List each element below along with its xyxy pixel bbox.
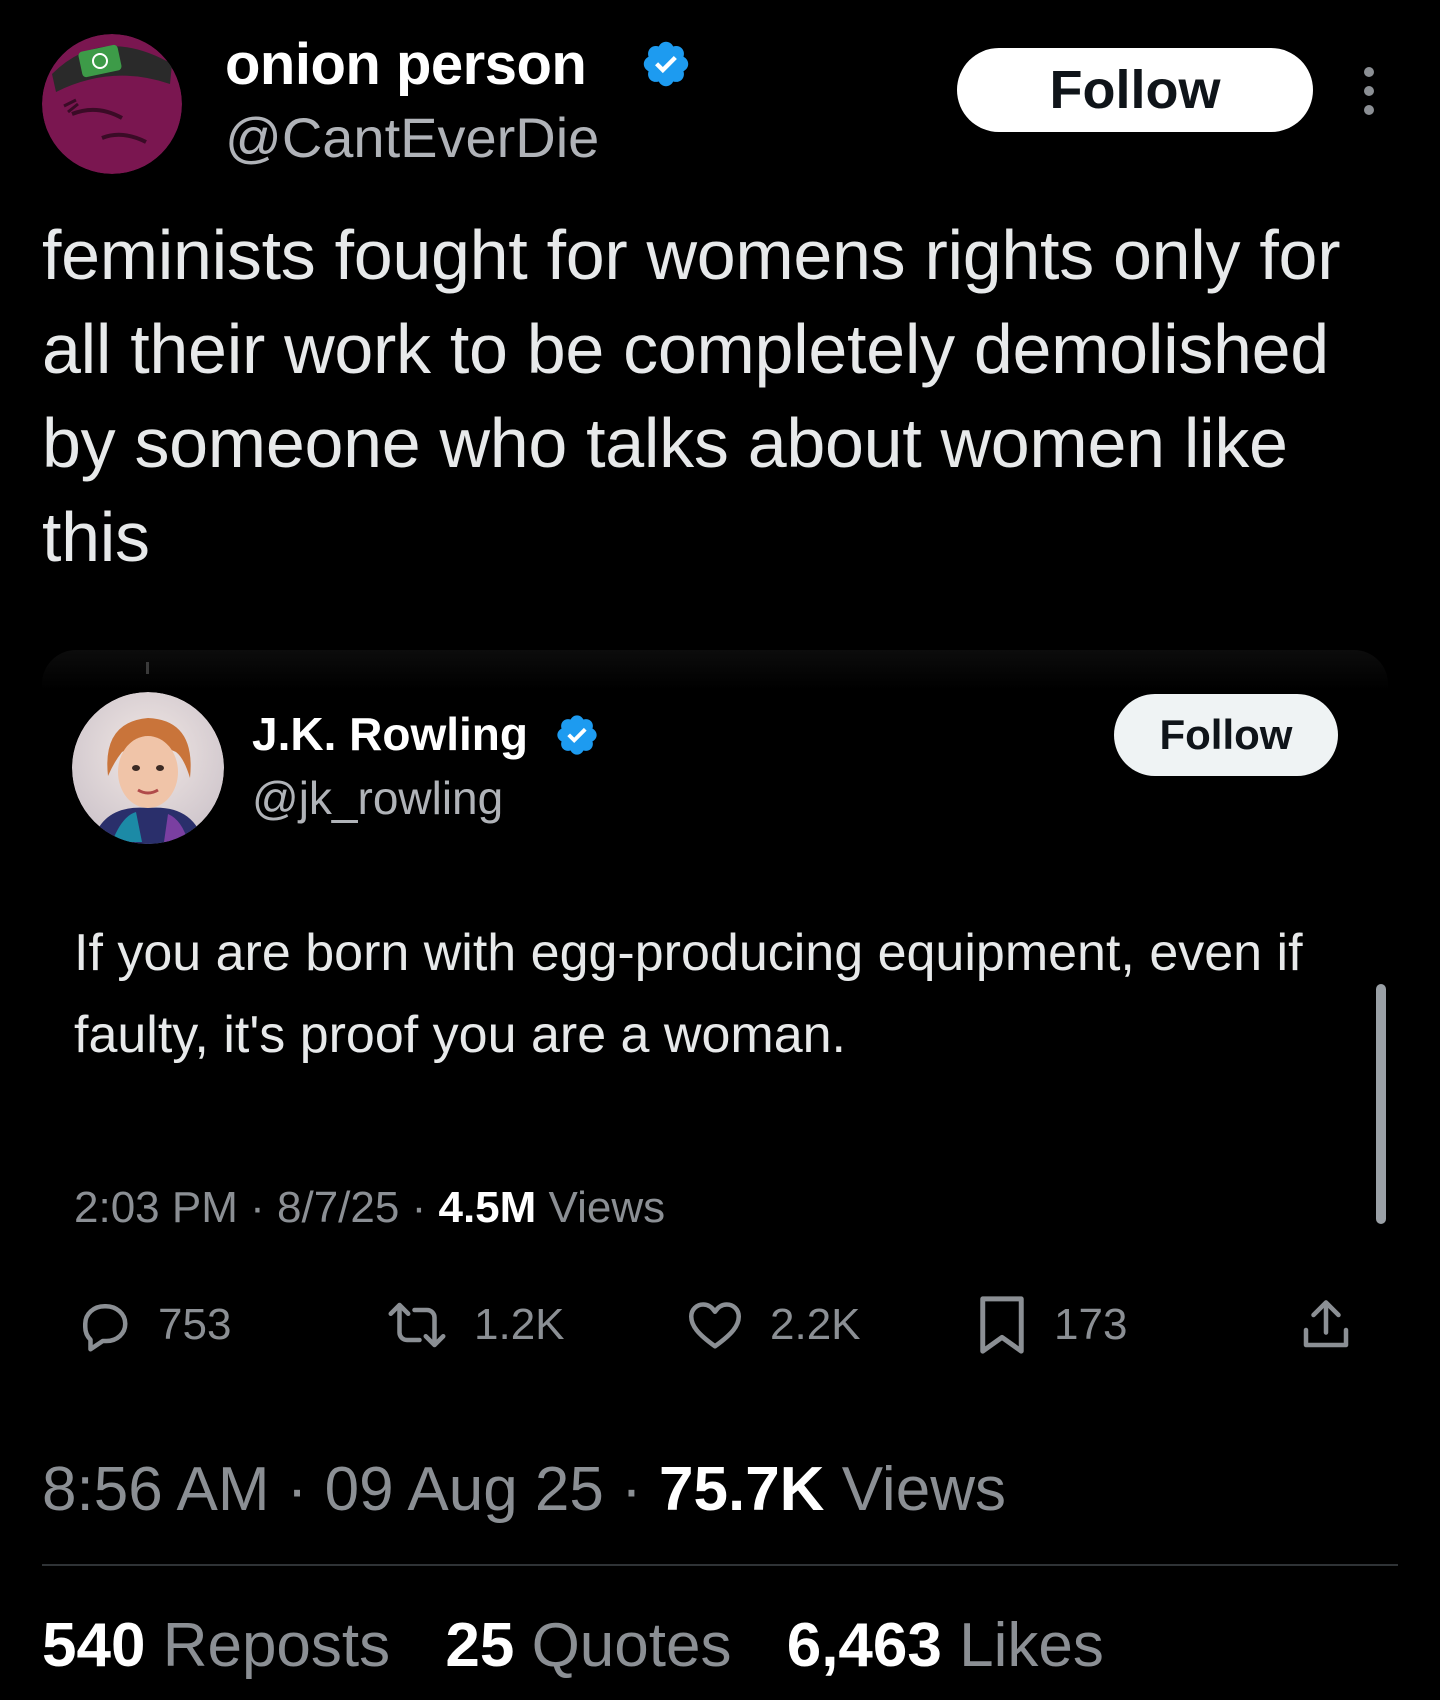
verified-badge-icon [557,715,597,755]
reply-count: 753 [158,1300,232,1349]
post-date[interactable]: 09 Aug 25 [325,1455,604,1524]
meta-separator: · [411,1183,427,1232]
quoted-post-views-label: Views [548,1183,666,1232]
engagement-stats: 540 Reposts 25 Quotes 6,463 Likes [42,1608,1142,1684]
share-action[interactable] [1296,1290,1356,1360]
verified-badge-icon [643,41,689,87]
quoted-author-handle[interactable]: @jk_rowling [252,770,503,826]
profile-photo-icon [72,692,224,844]
reply-icon [83,1304,128,1352]
likes-stat[interactable]: 6,463 Likes [787,1608,1104,1684]
like-count: 2.2K [770,1300,861,1349]
post-text: feminists fought for womens rights only … [42,216,1341,576]
author-display-name[interactable]: onion person [225,30,587,100]
meta-separator: · [286,1455,308,1524]
heart-icon [689,1302,741,1349]
divider [42,1564,1398,1566]
author-avatar[interactable] [42,34,182,174]
post-timestamp-line: 8:56 AM · 09 Aug 25 · 75.7K Views [42,1452,1006,1528]
share-icon [1303,1300,1349,1348]
reposts-stat[interactable]: 540 Reposts [42,1608,390,1684]
likes-label: Likes [959,1611,1104,1680]
quotes-stat[interactable]: 25 Quotes [445,1608,731,1684]
quotes-label: Quotes [531,1611,732,1680]
meta-separator: · [250,1183,265,1232]
more-vertical-icon[interactable] [1354,64,1384,118]
bookmark-count: 173 [1054,1300,1128,1349]
cartoon-avatar-icon [42,34,182,174]
quoted-post-card[interactable]: J.K. Rowling @jk_rowling Follow If you a… [42,650,1388,1440]
post-views-label: Views [841,1455,1006,1524]
quoted-post-time: 2:03 PM [74,1183,238,1232]
post-views-count: 75.7K [659,1455,825,1524]
repost-action[interactable]: 1.2K [384,1290,565,1360]
quoted-post-views-count: 4.5M [438,1183,537,1232]
repost-icon [388,1302,446,1348]
quoted-post-meta: 2:03 PM · 8/7/25 · 4.5M Views [74,1180,665,1236]
likes-count: 6,463 [786,1611,942,1680]
meta-separator: · [621,1455,642,1524]
post-detail-page: onion person @CantEverDie Follow feminis… [0,0,1440,1700]
quoted-author-avatar[interactable] [72,692,224,844]
author-handle[interactable]: @CantEverDie [225,104,599,172]
quoted-author-display-name[interactable]: J.K. Rowling [252,706,528,762]
follow-button[interactable]: Follow [957,48,1313,132]
quotes-count: 25 [445,1611,515,1680]
card-edge-mark [146,662,149,674]
quoted-post-action-bar: 753 1.2K 2.2K 173 [74,1290,1364,1360]
reply-action[interactable]: 753 [74,1290,231,1360]
reposts-label: Reposts [162,1611,391,1680]
scrollbar[interactable] [1376,984,1386,1224]
bookmark-action[interactable]: 173 [974,1290,1127,1360]
repost-count: 1.2K [474,1300,565,1349]
bookmark-icon [980,1296,1024,1354]
quoted-post-text: If you are born with egg-producing equip… [74,924,1303,1064]
post-time[interactable]: 8:56 AM [42,1455,269,1524]
reposts-count: 540 [42,1611,146,1680]
quoted-post-date: 8/7/25 [277,1183,400,1232]
quoted-follow-button[interactable]: Follow [1114,694,1338,776]
like-action[interactable]: 2.2K [684,1290,861,1360]
